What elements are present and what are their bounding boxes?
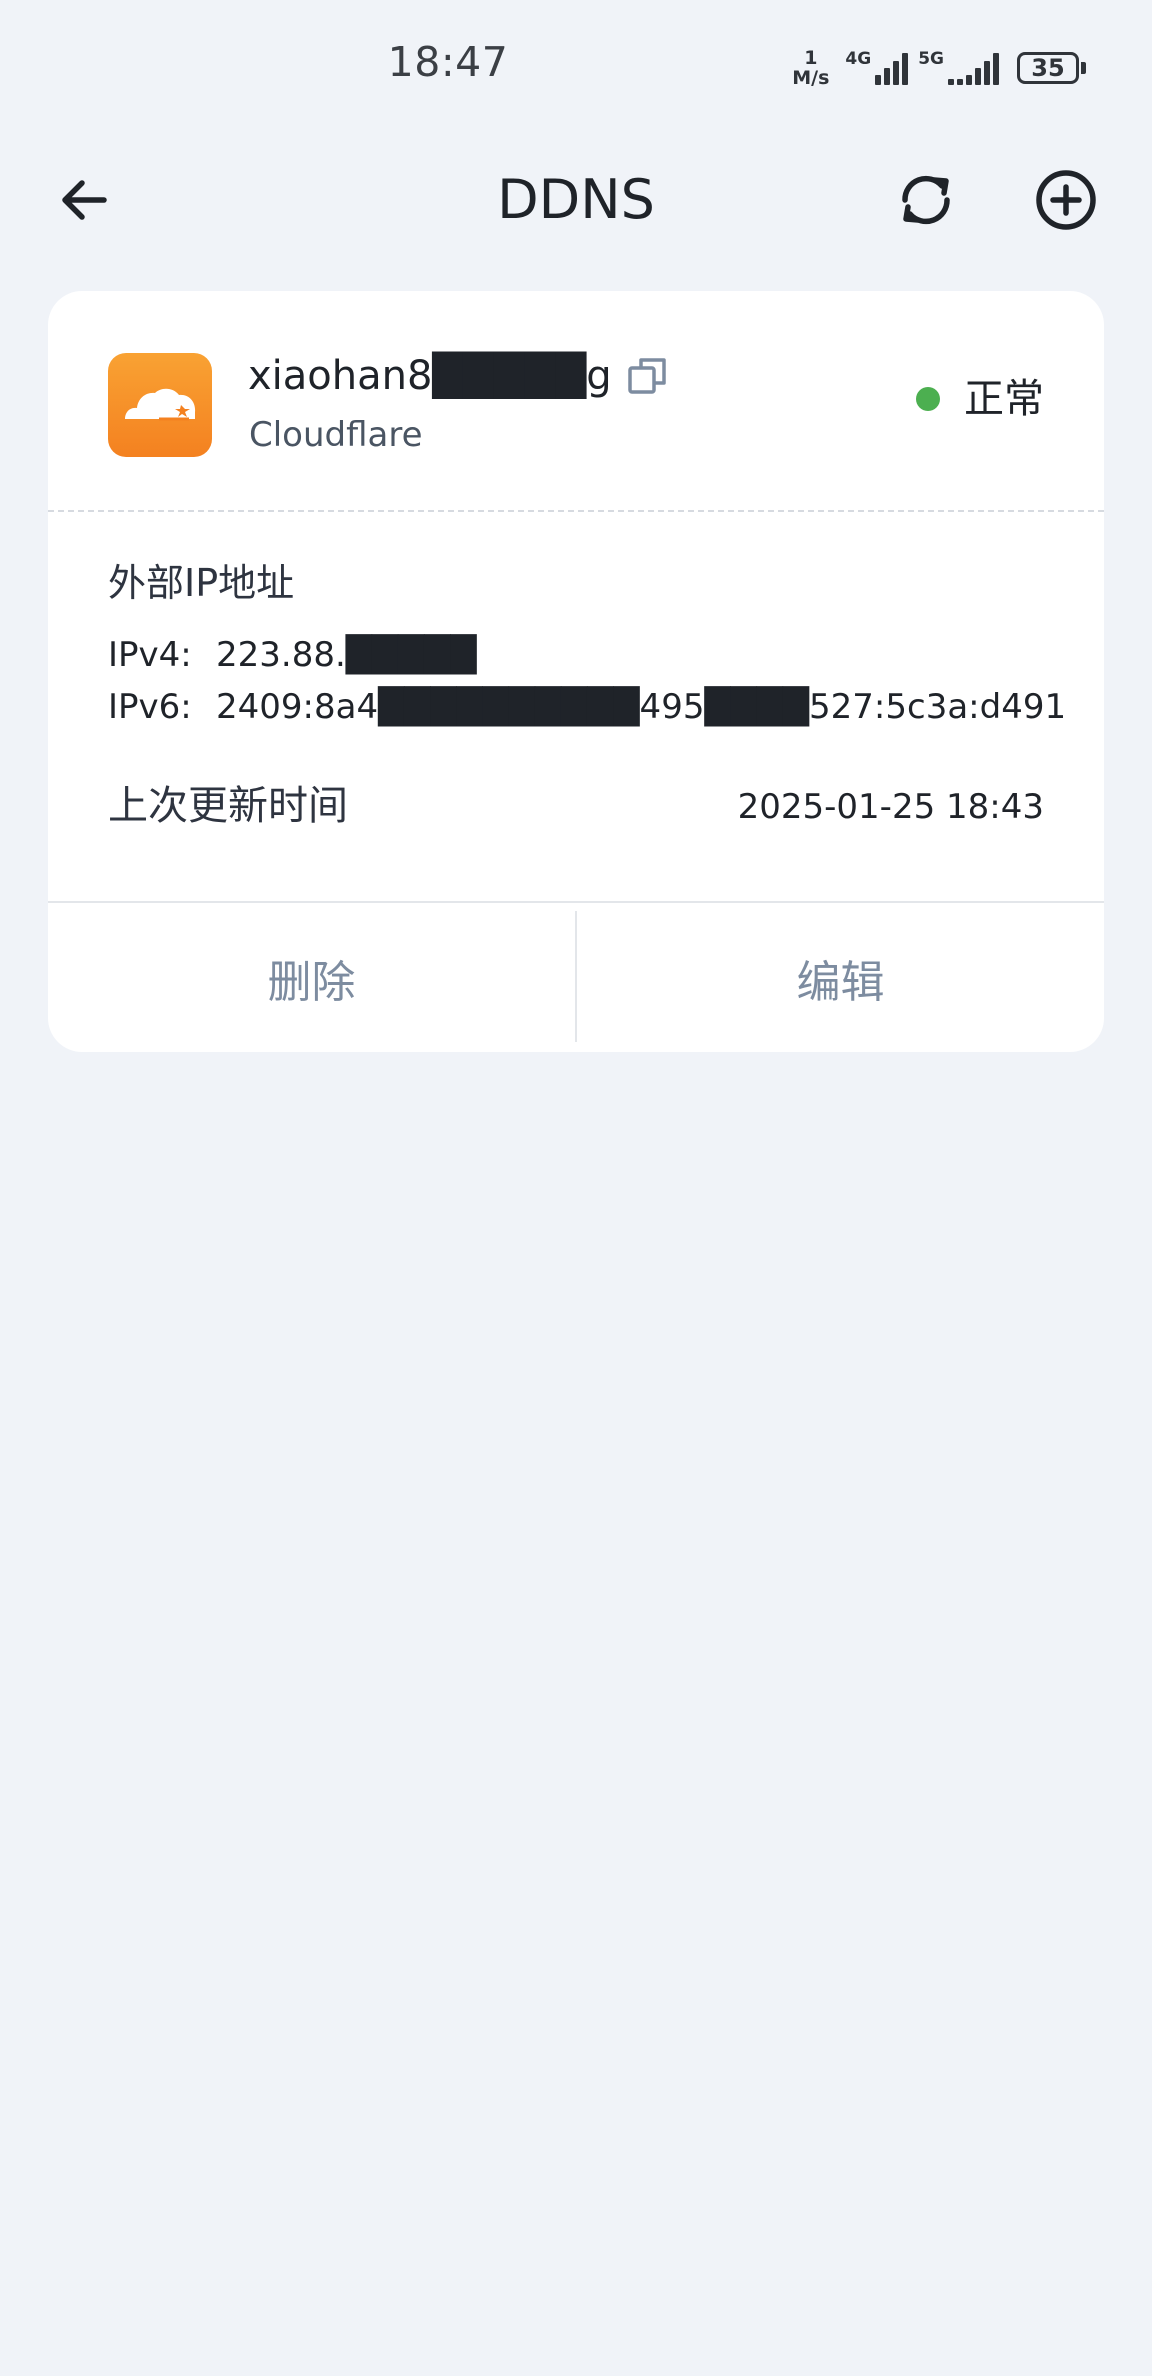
ipv6-value: 2409:8a4██████████495████527:5c3a:d491 [216, 687, 1067, 727]
status-time: 18:47 [387, 38, 509, 86]
status-bar: 18:47 1 M/s 4G 5G 35 [0, 0, 1152, 140]
provider-name: Cloudflare [249, 415, 423, 455]
status-dot-icon [916, 387, 940, 411]
edit-button[interactable]: 编辑 [577, 903, 1104, 1052]
network-type-label: 5G [918, 49, 944, 69]
status-icons: 1 M/s 4G 5G 35 [792, 46, 1086, 90]
network-speed: 1 M/s [792, 48, 829, 88]
refresh-button[interactable] [890, 164, 962, 236]
page-title: DDNS [497, 168, 655, 231]
status-text: 正常 [964, 376, 1044, 422]
signal-5g: 5G [918, 51, 999, 85]
top-bar: DDNS [0, 140, 1152, 260]
copy-icon [627, 358, 666, 394]
external-ip-title: 外部IP地址 [108, 561, 295, 605]
delete-button[interactable]: 删除 [48, 903, 575, 1052]
status-badge: 正常 [916, 377, 1044, 421]
battery-icon: 35 [1017, 52, 1086, 84]
copy-button[interactable] [626, 354, 670, 398]
network-type-label: 4G [845, 49, 872, 69]
ddns-card-header: xiaohan8█████g Cloudflare 正常 [48, 291, 1104, 511]
last-update-value: 2025-01-25 18:43 [737, 787, 1044, 827]
dashed-divider [48, 510, 1104, 512]
refresh-icon [902, 175, 950, 225]
signal-4g: 4G [845, 49, 909, 85]
ipv4-label: IPv4: [108, 635, 192, 675]
cloudflare-logo [108, 353, 212, 457]
last-update-label: 上次更新时间 [108, 783, 348, 829]
ipv4-row: IPv4: 223.88.█████ [108, 635, 477, 675]
domain-name: xiaohan8█████g [248, 353, 612, 399]
ddns-card: xiaohan8█████g Cloudflare 正常 外部IP地址 IPv4… [48, 291, 1104, 1052]
signal-bars-icon [948, 51, 999, 85]
battery-level: 35 [1031, 54, 1065, 82]
add-button[interactable] [1030, 164, 1102, 236]
ipv6-row: IPv6: 2409:8a4██████████495████527:5c3a:… [108, 687, 1066, 727]
signal-bars-icon [875, 51, 909, 85]
plus-circle-icon [1036, 170, 1096, 230]
ipv4-value: 223.88.█████ [216, 635, 477, 675]
domain-row: xiaohan8█████g [248, 351, 670, 401]
ipv6-label: IPv6: [108, 687, 192, 727]
network-speed-unit: M/s [792, 67, 830, 89]
network-speed-value: 1 [804, 47, 818, 69]
cloud-icon [125, 388, 196, 421]
